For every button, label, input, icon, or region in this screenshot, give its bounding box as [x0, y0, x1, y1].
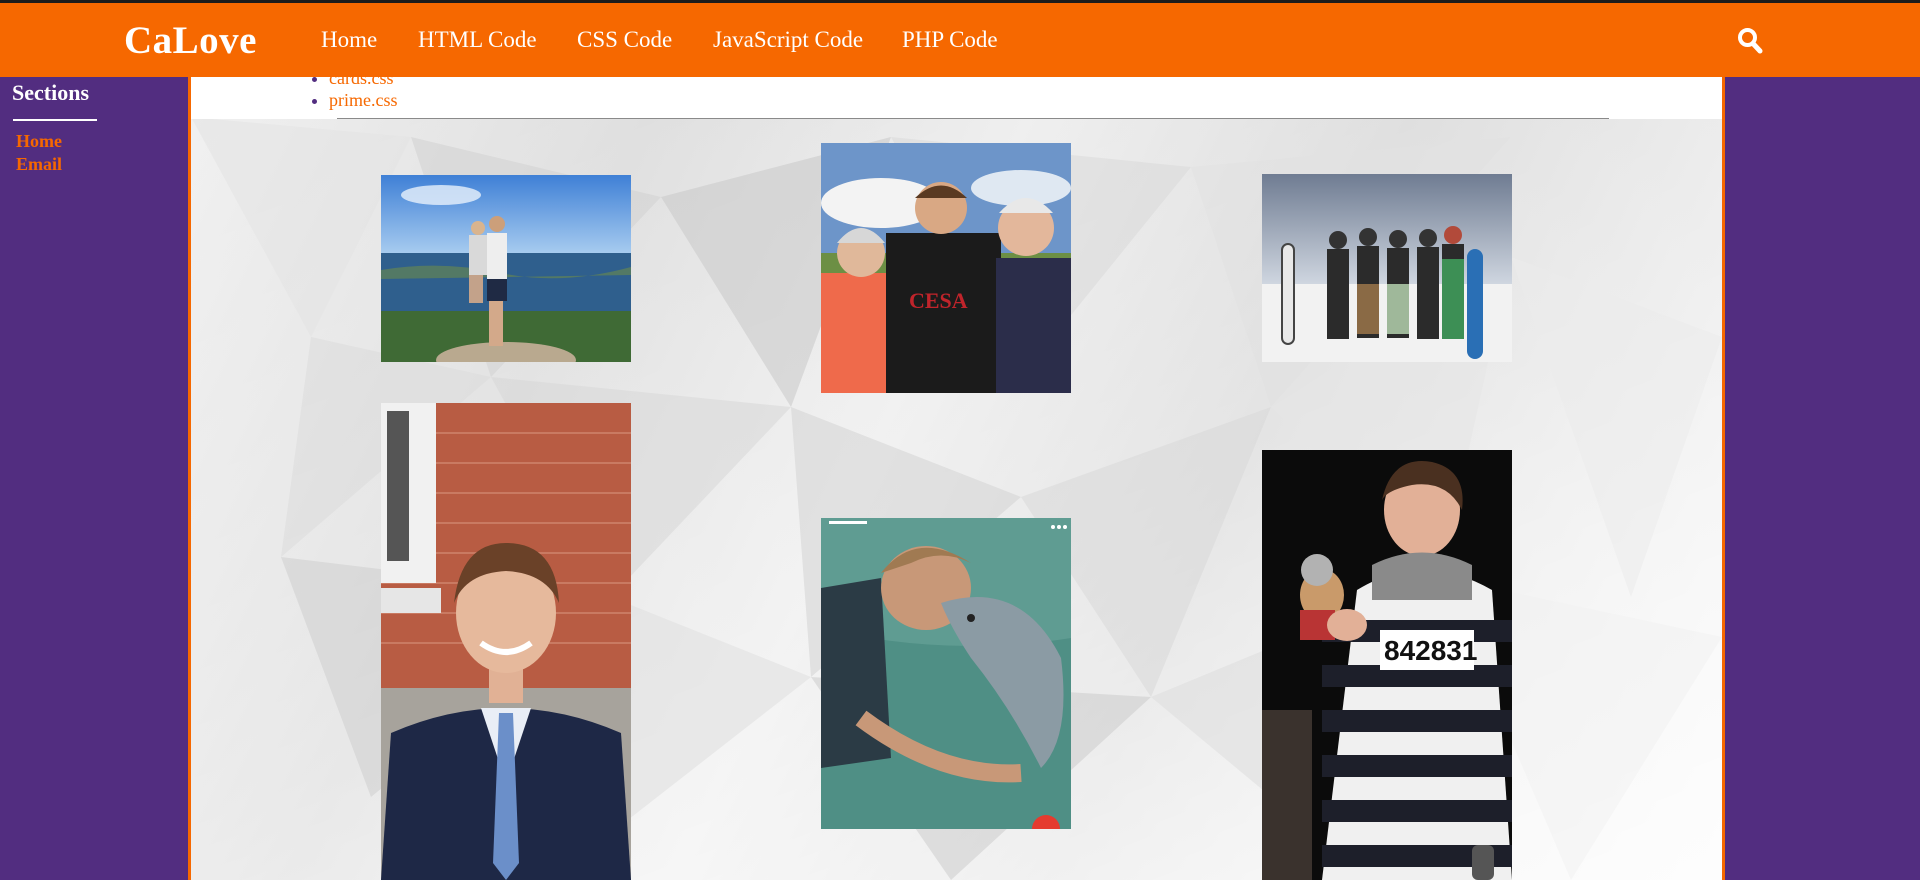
- svg-text:CESA: CESA: [909, 288, 968, 313]
- horizontal-rule: [337, 118, 1609, 119]
- gallery-photo-family[interactable]: CESA: [821, 143, 1071, 393]
- gallery-photo-portrait-suit[interactable]: [381, 403, 631, 880]
- nav-html-code-link[interactable]: HTML Code: [418, 27, 537, 53]
- nav-css-code-link[interactable]: CSS Code: [577, 27, 672, 53]
- list-item: cards.css: [329, 77, 397, 89]
- search-icon[interactable]: [1737, 27, 1763, 55]
- sidebar-home-link[interactable]: Home: [16, 131, 62, 152]
- site-brand-logo[interactable]: CaLove: [124, 18, 257, 63]
- top-navigation-bar: CaLove Home HTML Code CSS Code JavaScrip…: [0, 0, 1920, 77]
- nav-php-code-link[interactable]: PHP Code: [902, 27, 998, 53]
- file-list: cards.css prime.css: [309, 77, 397, 111]
- gallery-photo-costume[interactable]: 842831: [1262, 450, 1512, 880]
- file-link-prime-css[interactable]: prime.css: [329, 90, 397, 110]
- sidebar-title: Sections: [12, 80, 89, 105]
- sidebar-email-link[interactable]: Email: [16, 154, 62, 175]
- list-item: prime.css: [329, 89, 397, 111]
- main-content: cards.css prime.css: [188, 77, 1725, 880]
- nav-home-link[interactable]: Home: [321, 27, 377, 53]
- content-top-area: [191, 77, 1722, 119]
- gallery-photo-lake-overlook[interactable]: [381, 175, 631, 362]
- file-link-cards-css[interactable]: cards.css: [329, 77, 393, 88]
- gallery-photo-snowboard-group[interactable]: [1262, 174, 1512, 362]
- svg-text:842831: 842831: [1384, 635, 1477, 666]
- sidebar-divider: [13, 119, 97, 121]
- nav-javascript-code-link[interactable]: JavaScript Code: [713, 27, 863, 53]
- gallery-photo-dolphin[interactable]: [821, 518, 1071, 829]
